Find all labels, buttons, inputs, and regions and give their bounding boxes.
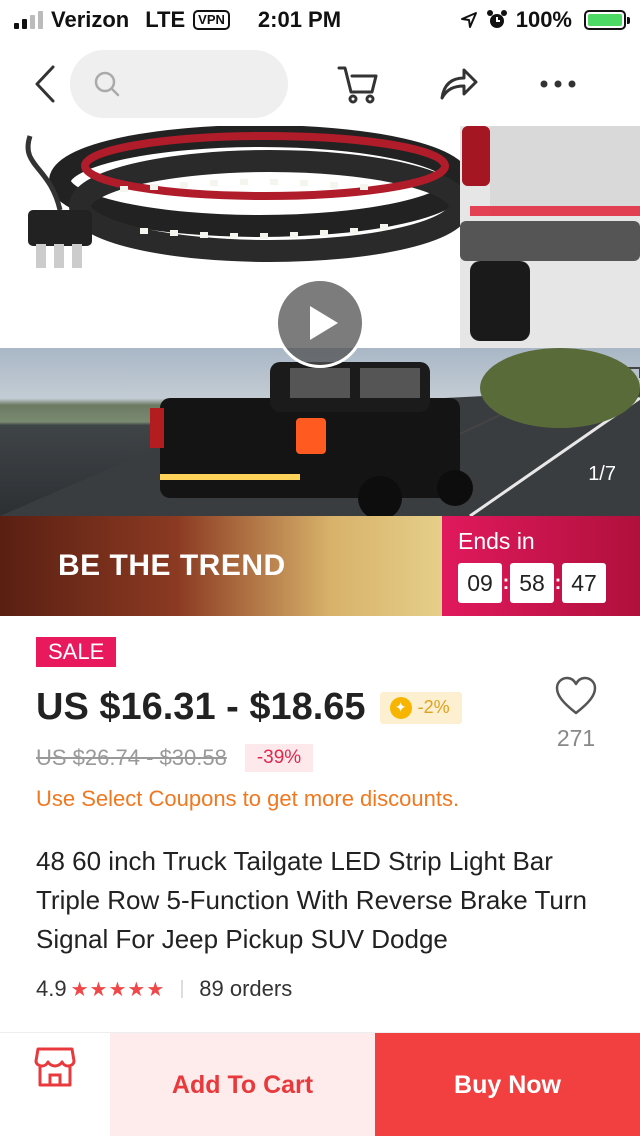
store-button[interactable] bbox=[0, 1033, 110, 1136]
orders-count: 89 orders bbox=[199, 976, 293, 1001]
original-price-row: US $26.74 - $30.58 -39% bbox=[36, 744, 314, 772]
play-video-button[interactable] bbox=[275, 278, 365, 368]
rating-row[interactable]: 4.9 ★★★★★ 89 orders bbox=[36, 976, 292, 1002]
bottom-action-bar: Add To Cart Buy Now bbox=[0, 1032, 640, 1136]
rating-value: 4.9 bbox=[36, 976, 67, 1001]
cart-icon bbox=[337, 66, 378, 104]
add-to-cart-button[interactable]: Add To Cart bbox=[110, 1033, 375, 1136]
nav-bar bbox=[0, 44, 640, 124]
search-input[interactable] bbox=[70, 50, 288, 118]
promo-banner-left: BE THE TREND bbox=[0, 516, 442, 616]
sale-badge: SALE bbox=[36, 637, 117, 667]
divider bbox=[181, 980, 184, 998]
countdown-seconds: 47 bbox=[562, 563, 606, 603]
coin-discount: -2% bbox=[417, 697, 450, 717]
coin-discount-tag[interactable]: ✦ -2% bbox=[379, 691, 462, 724]
more-button[interactable] bbox=[534, 60, 582, 108]
carrier-label: Verizon bbox=[51, 7, 130, 32]
cart-button[interactable] bbox=[334, 60, 382, 108]
store-icon bbox=[34, 1047, 76, 1087]
network-label: LTE bbox=[145, 7, 186, 32]
countdown-separator: : bbox=[554, 571, 562, 594]
promo-title: BE THE TREND bbox=[58, 549, 286, 582]
clock: 2:01 PM bbox=[257, 7, 342, 32]
price-row: US $16.31 - $18.65 ✦ -2% bbox=[36, 686, 462, 729]
back-icon bbox=[35, 65, 55, 103]
countdown-panel: Ends in 09 : 58 : 47 bbox=[442, 516, 640, 616]
vpn-badge: VPN bbox=[193, 10, 230, 30]
location-icon bbox=[460, 12, 477, 28]
heart-icon bbox=[555, 676, 597, 715]
status-bar: Verizon LTE VPN 2:01 PM 100% bbox=[0, 0, 640, 40]
rating-stars: ★★★★★ bbox=[70, 978, 166, 1001]
wishlist-button[interactable]: 271 bbox=[548, 676, 604, 752]
alarm-icon bbox=[486, 10, 507, 28]
price: US $16.31 - $18.65 bbox=[36, 686, 366, 728]
share-icon bbox=[440, 68, 478, 100]
ends-in-label: Ends in bbox=[458, 528, 535, 554]
battery-percent: 100% bbox=[515, 7, 572, 32]
share-button[interactable] bbox=[434, 60, 482, 108]
coin-icon: ✦ bbox=[389, 696, 412, 719]
buy-now-button[interactable]: Buy Now bbox=[375, 1033, 640, 1136]
back-button[interactable] bbox=[20, 54, 70, 114]
more-icon bbox=[540, 80, 576, 88]
original-price: US $26.74 - $30.58 bbox=[36, 745, 227, 770]
coupon-link[interactable]: Use Select Coupons to get more discounts… bbox=[36, 786, 459, 812]
countdown-hours: 09 bbox=[458, 563, 502, 603]
product-title: 48 60 inch Truck Tailgate LED Strip Ligh… bbox=[36, 846, 588, 954]
battery-icon bbox=[584, 10, 630, 30]
image-counter: 1/7 bbox=[588, 463, 616, 485]
promo-banner[interactable]: BE THE TREND Ends in 09 : 58 : 47 bbox=[0, 516, 640, 616]
countdown-minutes: 58 bbox=[510, 563, 554, 603]
countdown-timer: 09 : 58 : 47 bbox=[458, 563, 624, 603]
discount-badge: -39% bbox=[244, 744, 314, 772]
product-gallery[interactable]: 1/7 bbox=[0, 126, 640, 516]
search-icon bbox=[94, 71, 120, 97]
wishlist-count: 271 bbox=[556, 725, 596, 751]
signal-icon bbox=[14, 11, 43, 29]
truck-photo bbox=[0, 348, 640, 516]
countdown-separator: : bbox=[502, 571, 510, 594]
